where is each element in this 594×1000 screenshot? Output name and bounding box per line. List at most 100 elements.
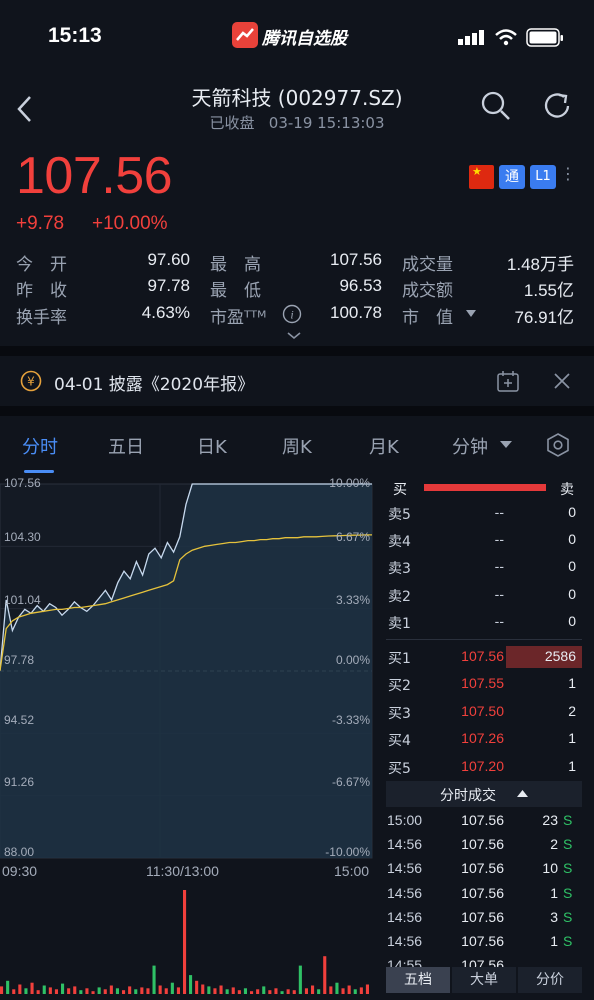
y-axis-pct-label: 6.67% [335, 530, 370, 544]
sell-level-volume: 0 [568, 586, 576, 602]
more-icon[interactable]: ⋮ [560, 164, 576, 183]
volume-bar [152, 965, 156, 994]
buy-level-label: 买4 [388, 733, 411, 749]
trade-side: S [563, 933, 573, 949]
volume-bar [109, 985, 113, 994]
trade-side: S [563, 860, 573, 876]
x-axis-label: 15:00 [334, 863, 370, 879]
volume-bar [311, 985, 315, 994]
trade-time: 14:56 [387, 836, 423, 852]
wifi-icon [495, 29, 517, 46]
buy-level-label: 买2 [388, 678, 411, 694]
volume-bar [359, 987, 363, 994]
tab-active-indicator [24, 470, 54, 473]
volume-bar [304, 988, 308, 994]
stat-label: 最 低 [210, 281, 261, 301]
tab-monthly-k[interactable]: 月K [369, 433, 399, 459]
trade-price: 107.56 [461, 812, 504, 828]
tab-large-orders[interactable]: 大单 [452, 967, 516, 993]
buy-sell-ratio-bar [424, 484, 546, 491]
volume-bar [225, 989, 229, 994]
close-icon[interactable] [553, 372, 571, 390]
y-axis-pct-label: 0.00% [335, 653, 370, 667]
add-calendar-icon[interactable] [496, 370, 520, 392]
volume-bar [122, 990, 126, 994]
stat-value: 97.60 [147, 250, 190, 269]
expand-chevron-icon[interactable] [287, 332, 301, 340]
volume-bar [158, 985, 162, 994]
trade-time: 14:56 [387, 860, 423, 876]
buy-level-volume: 2 [568, 703, 576, 719]
tab-minutes[interactable]: 分钟 [452, 433, 488, 459]
sell-level-volume: 0 [568, 613, 576, 629]
buy-level-label: 买3 [388, 706, 411, 722]
volume-bar [103, 989, 107, 994]
app-name: 腾讯自选股 [262, 29, 347, 49]
buy-header: 买 [393, 482, 407, 498]
volume-bar [140, 987, 144, 994]
x-axis-label: 11:30/13:00 [146, 863, 219, 879]
sell-level-price: -- [494, 586, 504, 602]
settings-hexagon-icon[interactable] [545, 432, 571, 458]
volume-bar [365, 984, 369, 994]
volume-bar [176, 987, 180, 994]
volume-bar [42, 985, 46, 994]
china-flag-icon: ★ [469, 165, 494, 189]
volume-bar [73, 986, 77, 994]
refresh-icon[interactable] [542, 90, 574, 122]
volume-bar [195, 980, 199, 994]
volume-bar [286, 989, 290, 994]
divider [0, 346, 594, 356]
volume-bar [231, 987, 235, 994]
volume-bar [128, 986, 132, 994]
app-logo-icon [232, 22, 258, 48]
buy-level-price: 107.26 [461, 730, 504, 746]
trade-row-partial: 14:55 107.56 [386, 955, 582, 967]
price-change: +9.78 [16, 213, 65, 234]
status-time: 15:13 [48, 24, 102, 47]
y-axis-pct-label: 3.33% [335, 593, 370, 607]
y-axis-pct-label: -10.00% [325, 845, 370, 859]
tab-five-levels[interactable]: 五档 [386, 967, 450, 993]
intraday-chart[interactable] [0, 474, 374, 994]
volume-bar [292, 990, 296, 994]
trade-volume: 1 [550, 885, 558, 901]
x-axis-label: 09:30 [2, 863, 38, 879]
volume-bar [18, 984, 22, 994]
sort-up-arrow-icon[interactable] [517, 790, 528, 798]
sell-level-label: 卖4 [388, 534, 411, 550]
volume-bar [54, 989, 58, 994]
sell-level-volume: 0 [568, 558, 576, 574]
tab-intraday[interactable]: 分时 [22, 433, 58, 459]
y-axis-label: 88.00 [4, 845, 35, 859]
stat-label: 今 开 [16, 255, 67, 275]
tab-price-distribution[interactable]: 分价 [518, 967, 582, 993]
search-icon[interactable] [480, 90, 512, 122]
tab-daily-k[interactable]: 日K [197, 433, 227, 459]
stat-value: 96.53 [339, 276, 382, 295]
volume-bar [79, 990, 83, 994]
stat-value: 97.78 [147, 276, 190, 295]
volume-bar [48, 987, 52, 994]
stat-value: 4.63% [141, 303, 190, 322]
stat-label: 成交量 [402, 255, 453, 275]
buy-level-volume: 1 [568, 730, 576, 746]
trades-title: 分时成交 [440, 788, 496, 804]
tab-weekly-k[interactable]: 周K [282, 433, 312, 459]
trade-price: 107.56 [461, 885, 504, 901]
notice-text[interactable]: 04-01 披露《2020年报》 [54, 370, 254, 395]
volume-bar [115, 988, 119, 994]
volume-bar [268, 990, 272, 994]
volume-bar [170, 982, 174, 994]
trade-volume: 23 [542, 812, 558, 828]
stock-connect-badge[interactable]: 通 [499, 165, 525, 189]
volume-bar [36, 990, 40, 994]
volume-bar [146, 988, 150, 994]
app-screen: 15:13 腾讯自选股 天箭科技 (002977.SZ) 已收盘 03-19 1… [0, 0, 594, 1000]
volume-bar [250, 991, 254, 994]
level-badge[interactable]: L1 [530, 165, 556, 189]
last-price: 107.56 [16, 147, 173, 205]
tab-five-day[interactable]: 五日 [108, 433, 144, 459]
volume-bar [274, 988, 278, 994]
dropdown-arrow-icon[interactable] [500, 440, 512, 450]
